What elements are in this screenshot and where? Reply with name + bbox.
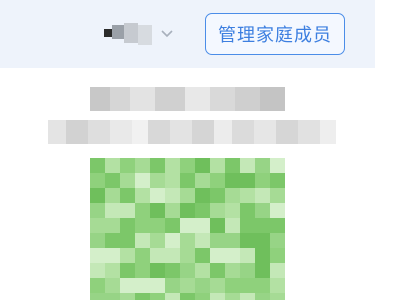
account-name-obscured (104, 21, 154, 47)
header-bar: 管理家庭成员 (0, 0, 375, 68)
qr-code-obscured (90, 158, 285, 300)
obscured-subtitle-text (48, 120, 336, 144)
app-page: 管理家庭成员 (0, 0, 400, 300)
account-switcher[interactable] (104, 20, 178, 48)
manage-family-members-button[interactable]: 管理家庭成员 (205, 13, 345, 55)
obscured-title-text (90, 87, 285, 111)
chevron-down-icon[interactable] (160, 27, 174, 41)
